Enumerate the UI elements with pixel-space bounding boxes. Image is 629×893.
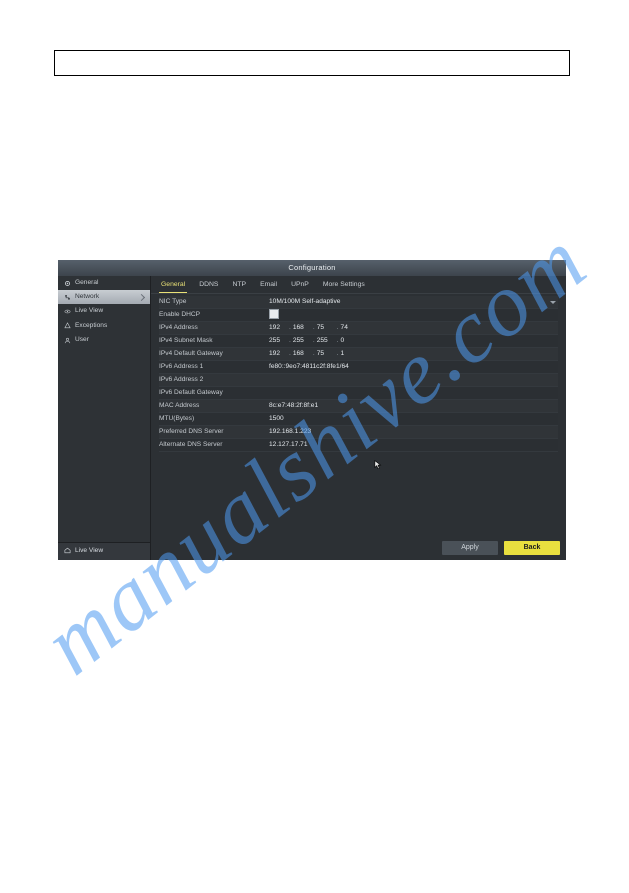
sidebar-item-user[interactable]: User [58, 333, 150, 347]
label-ipv6-address2: IPv6 Address 2 [159, 376, 269, 384]
nic-type-select[interactable]: 10M/100M Self-adaptive [269, 298, 558, 306]
row-alternate-dns: Alternate DNS Server 12.127.17.71 [159, 439, 558, 452]
row-ipv6-gateway: IPv6 Default Gateway [159, 387, 558, 400]
label-mac-address: MAC Address [159, 402, 269, 410]
label-ipv6-address1: IPv6 Address 1 [159, 363, 269, 371]
row-nic-type: NIC Type 10M/100M Self-adaptive [159, 296, 558, 309]
alternate-dns-input[interactable]: 12.127.17.71 [269, 441, 558, 449]
label-mtu: MTU(Bytes) [159, 415, 269, 423]
sidebar-item-live-view[interactable]: Live View [58, 304, 150, 318]
document-header-box [54, 50, 570, 76]
nic-type-value: 10M/100M Self-adaptive [269, 298, 340, 306]
ipv6-address1-input[interactable]: fe80::9eo7:4811c2f:8fe1/64 [269, 363, 558, 371]
sidebar-item-label: General [75, 279, 98, 287]
tab-ntp[interactable]: NTP [230, 279, 248, 293]
sidebar-bottom-live-view[interactable]: Live View [58, 542, 150, 560]
row-mac-address: MAC Address 8c:e7:48:2f:8f:e1 [159, 400, 558, 413]
ipv4-subnet-o4: 0 [341, 337, 359, 345]
label-ipv6-gateway: IPv6 Default Gateway [159, 389, 269, 397]
eye-icon [64, 308, 71, 315]
chevron-right-icon [138, 294, 145, 301]
row-ipv4-gateway: IPv4 Default Gateway 192.168.75.1 [159, 348, 558, 361]
network-icon [64, 294, 71, 301]
sidebar-item-label: User [75, 336, 89, 344]
tab-email[interactable]: Email [258, 279, 279, 293]
enable-dhcp-checkbox-wrap [269, 309, 558, 322]
alert-icon [64, 322, 71, 329]
button-bar: Apply Back [151, 537, 566, 560]
ipv4-gateway-o4: 1 [341, 350, 359, 358]
sidebar-item-label: Network [75, 293, 99, 301]
tab-more-settings[interactable]: More Settings [321, 279, 367, 293]
sidebar-item-exceptions[interactable]: Exceptions [58, 319, 150, 333]
ipv4-address-o3: 75 [317, 324, 335, 332]
label-ipv4-gateway: IPv4 Default Gateway [159, 350, 269, 358]
home-icon [64, 547, 71, 554]
row-ipv4-address: IPv4 Address 192.168.75.74 [159, 322, 558, 335]
ipv4-subnet-o1: 255 [269, 337, 287, 345]
ipv4-subnet-o2: 255 [293, 337, 311, 345]
label-preferred-dns: Preferred DNS Server [159, 428, 269, 436]
row-mtu: MTU(Bytes) 1500 [159, 413, 558, 426]
label-alternate-dns: Alternate DNS Server [159, 441, 269, 449]
tabs: General DDNS NTP Email UPnP More Setting… [151, 276, 566, 294]
ipv4-gateway-input[interactable]: 192.168.75.1 [269, 350, 558, 358]
sidebar-item-general[interactable]: General [58, 276, 150, 290]
sidebar-item-label: Exceptions [75, 322, 107, 330]
ipv4-subnet-input[interactable]: 255.255.255.0 [269, 337, 558, 345]
gear-icon [64, 280, 71, 287]
label-ipv4-address: IPv4 Address [159, 324, 269, 332]
row-ipv4-subnet: IPv4 Subnet Mask 255.255.255.0 [159, 335, 558, 348]
tab-general[interactable]: General [159, 279, 187, 293]
ipv4-address-input[interactable]: 192.168.75.74 [269, 324, 558, 332]
apply-button[interactable]: Apply [442, 541, 498, 555]
row-enable-dhcp: Enable DHCP [159, 309, 558, 322]
ipv4-address-o2: 168 [293, 324, 311, 332]
ipv4-subnet-o3: 255 [317, 337, 335, 345]
label-nic-type: NIC Type [159, 298, 269, 306]
tab-ddns[interactable]: DDNS [197, 279, 220, 293]
form-area: NIC Type 10M/100M Self-adaptive Enable D… [151, 294, 566, 452]
app-body: General Network Live View Exceptions [58, 276, 566, 560]
back-button[interactable]: Back [504, 541, 560, 555]
enable-dhcp-checkbox[interactable] [269, 309, 279, 319]
configuration-screenshot: Configuration General Network Live [58, 260, 566, 560]
mouse-cursor-icon [374, 460, 382, 470]
dropdown-caret-icon [550, 301, 556, 304]
user-icon [64, 337, 71, 344]
mac-address-value: 8c:e7:48:2f:8f:e1 [269, 402, 558, 410]
sidebar: General Network Live View Exceptions [58, 276, 151, 560]
row-preferred-dns: Preferred DNS Server 192.168.1.223 [159, 426, 558, 439]
ipv4-address-o1: 192 [269, 324, 287, 332]
sidebar-item-network[interactable]: Network [58, 290, 150, 304]
tab-upnp[interactable]: UPnP [289, 279, 311, 293]
ipv4-gateway-o3: 75 [317, 350, 335, 358]
ipv4-gateway-o1: 192 [269, 350, 287, 358]
main-panel: General DDNS NTP Email UPnP More Setting… [151, 276, 566, 560]
row-ipv6-address1: IPv6 Address 1 fe80::9eo7:4811c2f:8fe1/6… [159, 361, 558, 374]
label-ipv4-subnet: IPv4 Subnet Mask [159, 337, 269, 345]
sidebar-bottom-label: Live View [75, 547, 103, 555]
mtu-input[interactable]: 1500 [269, 415, 558, 423]
preferred-dns-input[interactable]: 192.168.1.223 [269, 428, 558, 436]
ipv4-address-o4: 74 [341, 324, 359, 332]
row-ipv6-address2: IPv6 Address 2 [159, 374, 558, 387]
sidebar-item-label: Live View [75, 307, 103, 315]
label-enable-dhcp: Enable DHCP [159, 311, 269, 319]
ipv4-gateway-o2: 168 [293, 350, 311, 358]
window-title: Configuration [58, 260, 566, 276]
